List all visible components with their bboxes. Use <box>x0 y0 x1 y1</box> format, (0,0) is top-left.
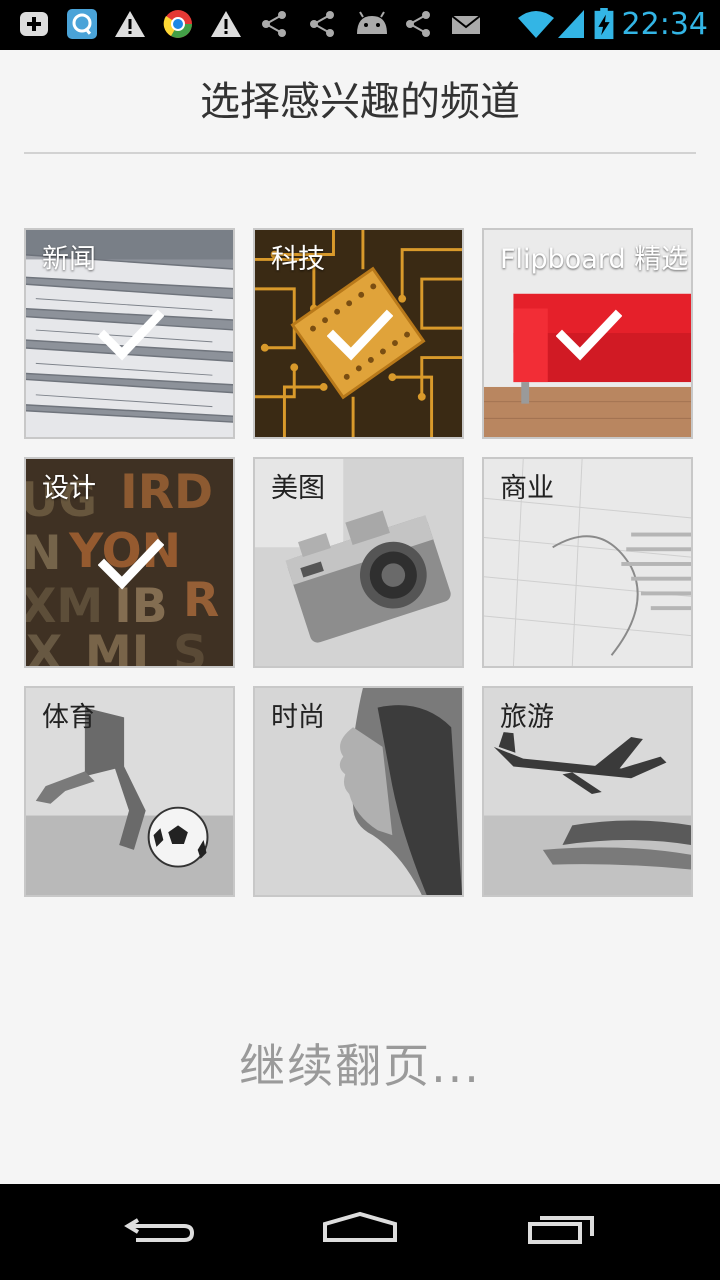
tile-label: 新闻 <box>42 244 96 275</box>
channel-tile-business[interactable]: 商业 <box>482 457 693 668</box>
android-icon <box>357 11 387 34</box>
back-icon[interactable] <box>116 1202 206 1262</box>
tile-label: 美图 <box>271 473 325 504</box>
check-icon <box>98 538 164 590</box>
status-time: 22:34 <box>621 7 708 42</box>
warning-icon <box>115 11 145 37</box>
tile-label: 设计 <box>42 473 96 504</box>
channel-tile-design[interactable]: UG IRD N YON XM IB R X MI S 设计 <box>24 457 235 668</box>
tile-label: 体育 <box>42 702 96 733</box>
signal-icon <box>558 10 584 38</box>
tile-label: 旅游 <box>500 702 554 733</box>
warning-icon <box>211 11 241 37</box>
recent-apps-icon[interactable] <box>514 1202 604 1262</box>
tile-label: Flipboard 精选 <box>500 244 689 275</box>
status-bar: 22:34 <box>0 0 720 50</box>
channel-tile-flipboard-picks[interactable]: Flipboard 精选 <box>482 228 693 439</box>
navigation-bar <box>0 1184 720 1280</box>
battery-charging-icon <box>594 8 614 40</box>
check-icon <box>98 309 164 361</box>
channel-tile-fashion[interactable]: 时尚 <box>253 686 464 897</box>
mail-icon <box>451 15 481 34</box>
channel-tile-travel[interactable]: 旅游 <box>482 686 693 897</box>
check-icon <box>556 309 622 361</box>
chrome-like-icon <box>163 10 192 38</box>
home-icon[interactable] <box>315 1202 405 1262</box>
check-icon <box>327 309 393 361</box>
continue-paging-label[interactable]: 继续翻页... <box>0 1036 720 1096</box>
share-icon <box>310 11 334 37</box>
share-icon <box>406 11 430 37</box>
channel-tile-sports[interactable]: 体育 <box>24 686 235 897</box>
share-icon <box>262 11 286 37</box>
channel-tile-tech[interactable]: 科技 <box>253 228 464 439</box>
search-app-icon <box>67 9 97 39</box>
tile-label: 商业 <box>500 473 554 504</box>
add-box-icon <box>20 12 48 36</box>
channel-tile-news[interactable]: 新闻 <box>24 228 235 439</box>
tile-label: 科技 <box>271 244 325 275</box>
channel-tile-photos[interactable]: 美图 <box>253 457 464 668</box>
page-title: 选择感兴趣的频道 <box>200 79 520 125</box>
wifi-icon <box>518 11 554 38</box>
title-divider <box>24 152 696 154</box>
tile-label: 时尚 <box>271 702 325 733</box>
